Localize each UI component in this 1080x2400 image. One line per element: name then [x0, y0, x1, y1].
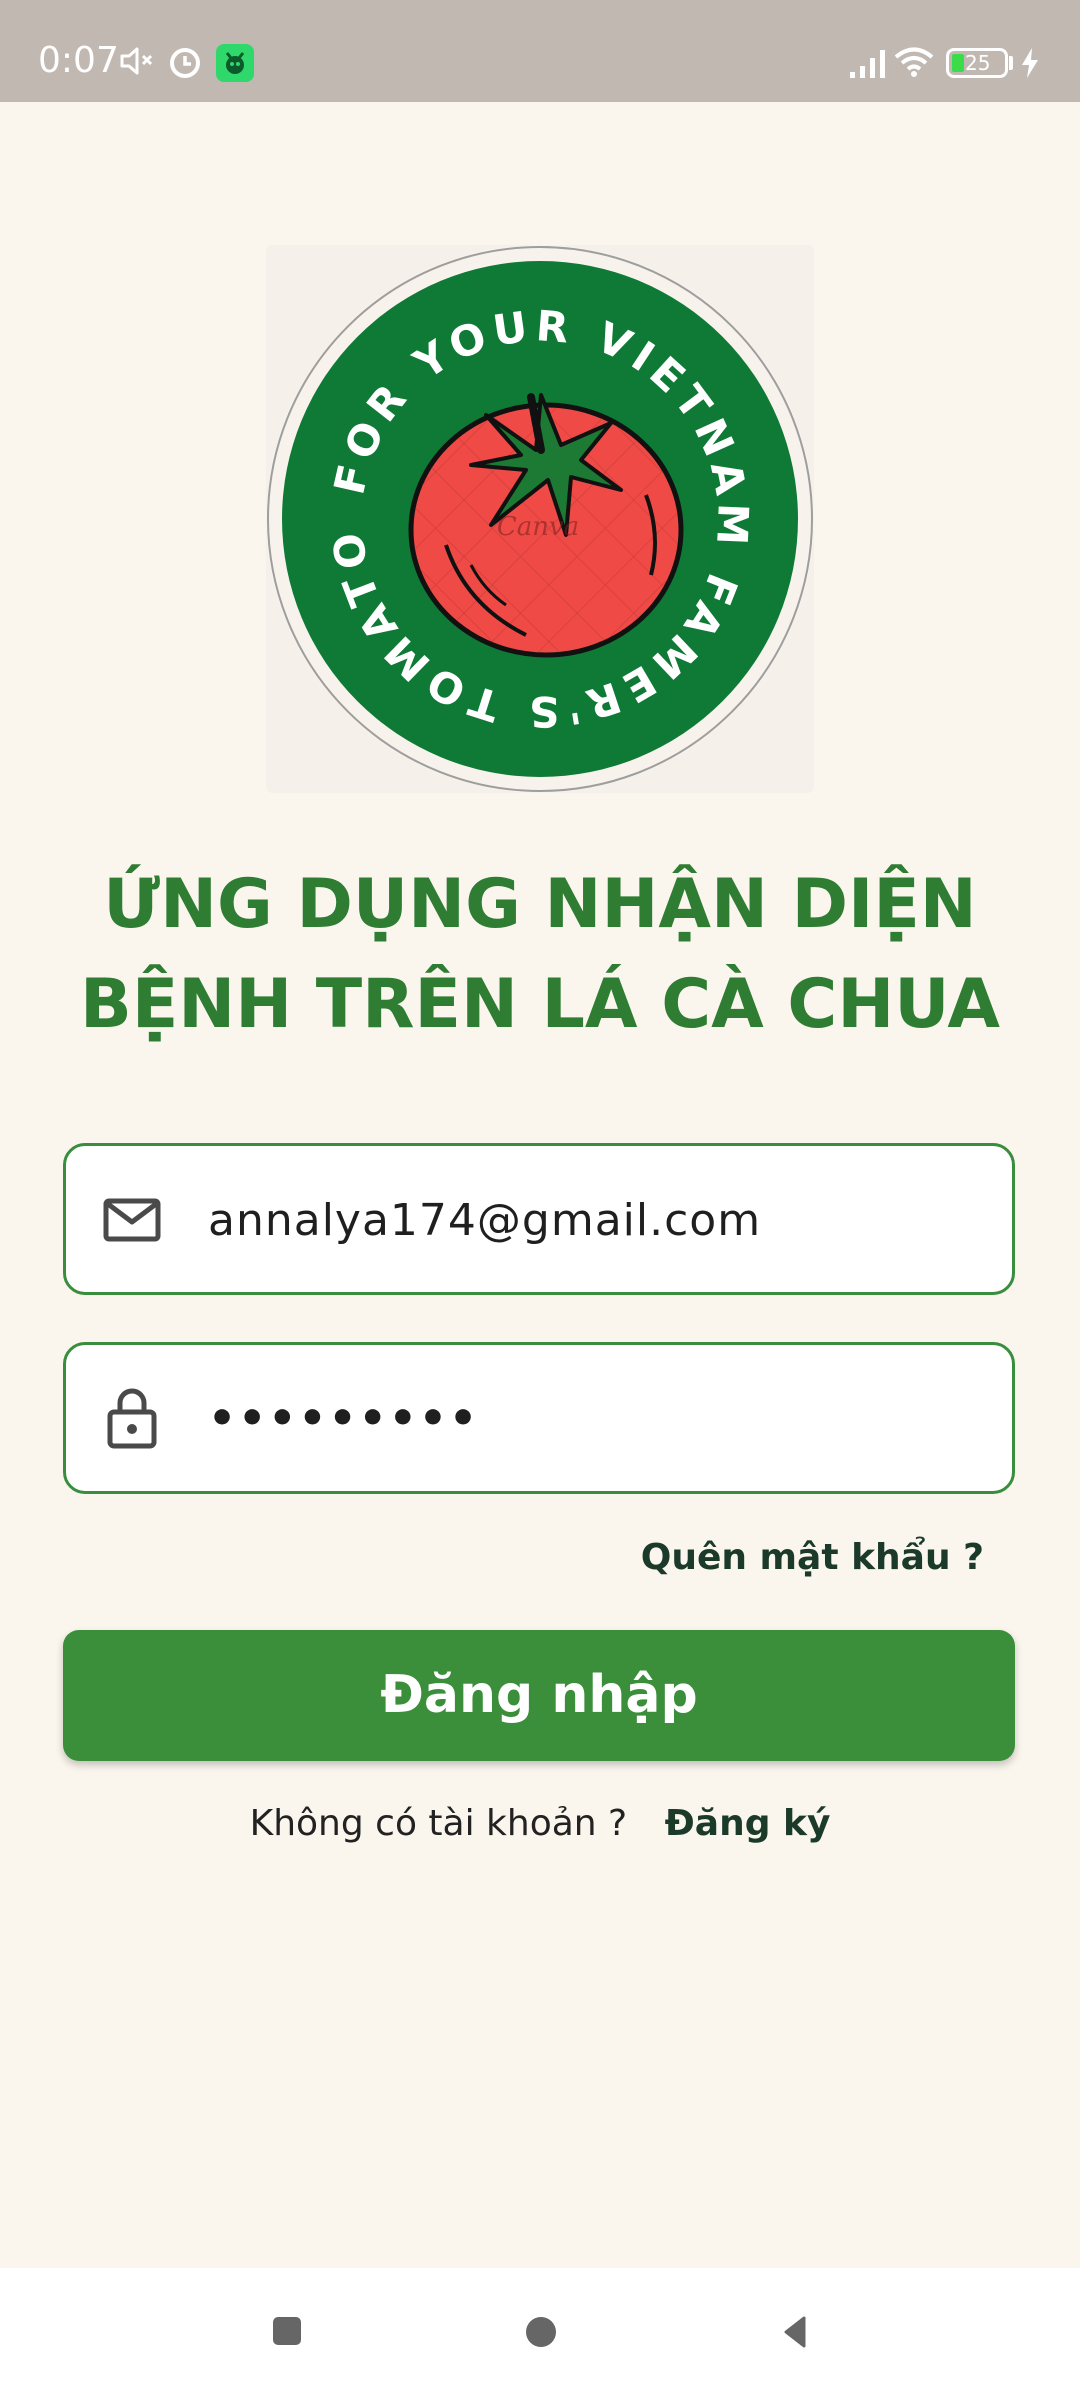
battery-icon: 25: [946, 48, 1008, 78]
mute-icon: [120, 46, 156, 81]
recents-button[interactable]: [272, 2316, 302, 2351]
wifi-icon: [894, 46, 934, 83]
lock-icon: [102, 1385, 162, 1449]
app-notification-icon: [216, 44, 254, 87]
circle-icon: [526, 2317, 556, 2347]
square-icon: [273, 2317, 301, 2345]
register-link[interactable]: Đăng ký: [665, 1803, 831, 1844]
alarm-icon: [168, 46, 202, 85]
charging-icon: [1020, 48, 1040, 83]
register-row: Không có tài khoản ? Đăng ký: [0, 1803, 1080, 1844]
email-input[interactable]: [208, 1178, 988, 1262]
back-button[interactable]: [782, 2316, 806, 2353]
email-field[interactable]: [63, 1143, 1015, 1295]
title-line-1: ỨNG DỤNG NHẬN DIỆN: [103, 865, 977, 944]
signal-icon: [848, 48, 888, 85]
mail-icon: [102, 1190, 162, 1250]
app-logo: FOR YOUR VIETNAM FAMER'S TOMATO Canva: [266, 245, 814, 793]
home-button[interactable]: [525, 2316, 557, 2353]
no-account-text: Không có tài khoản ?: [249, 1803, 628, 1844]
navigation-bar: [0, 2268, 1080, 2400]
forgot-password-link[interactable]: Quên mật khẩu ?: [641, 1537, 984, 1578]
password-field[interactable]: •••••••••: [63, 1342, 1015, 1494]
status-time: 0:07: [38, 40, 119, 81]
login-button[interactable]: Đăng nhập: [63, 1630, 1015, 1761]
battery-level: 25: [965, 51, 991, 75]
page-title: ỨNG DỤNG NHẬN DIỆN BỆNH TRÊN LÁ CÀ CHUA: [0, 855, 1080, 1055]
title-line-2: BỆNH TRÊN LÁ CÀ CHUA: [80, 965, 1000, 1044]
password-input[interactable]: •••••••••: [208, 1377, 988, 1461]
logo-watermark: Canva: [497, 512, 579, 542]
status-bar: 0:07 25: [0, 0, 1080, 102]
back-triangle-icon: [784, 2316, 806, 2348]
